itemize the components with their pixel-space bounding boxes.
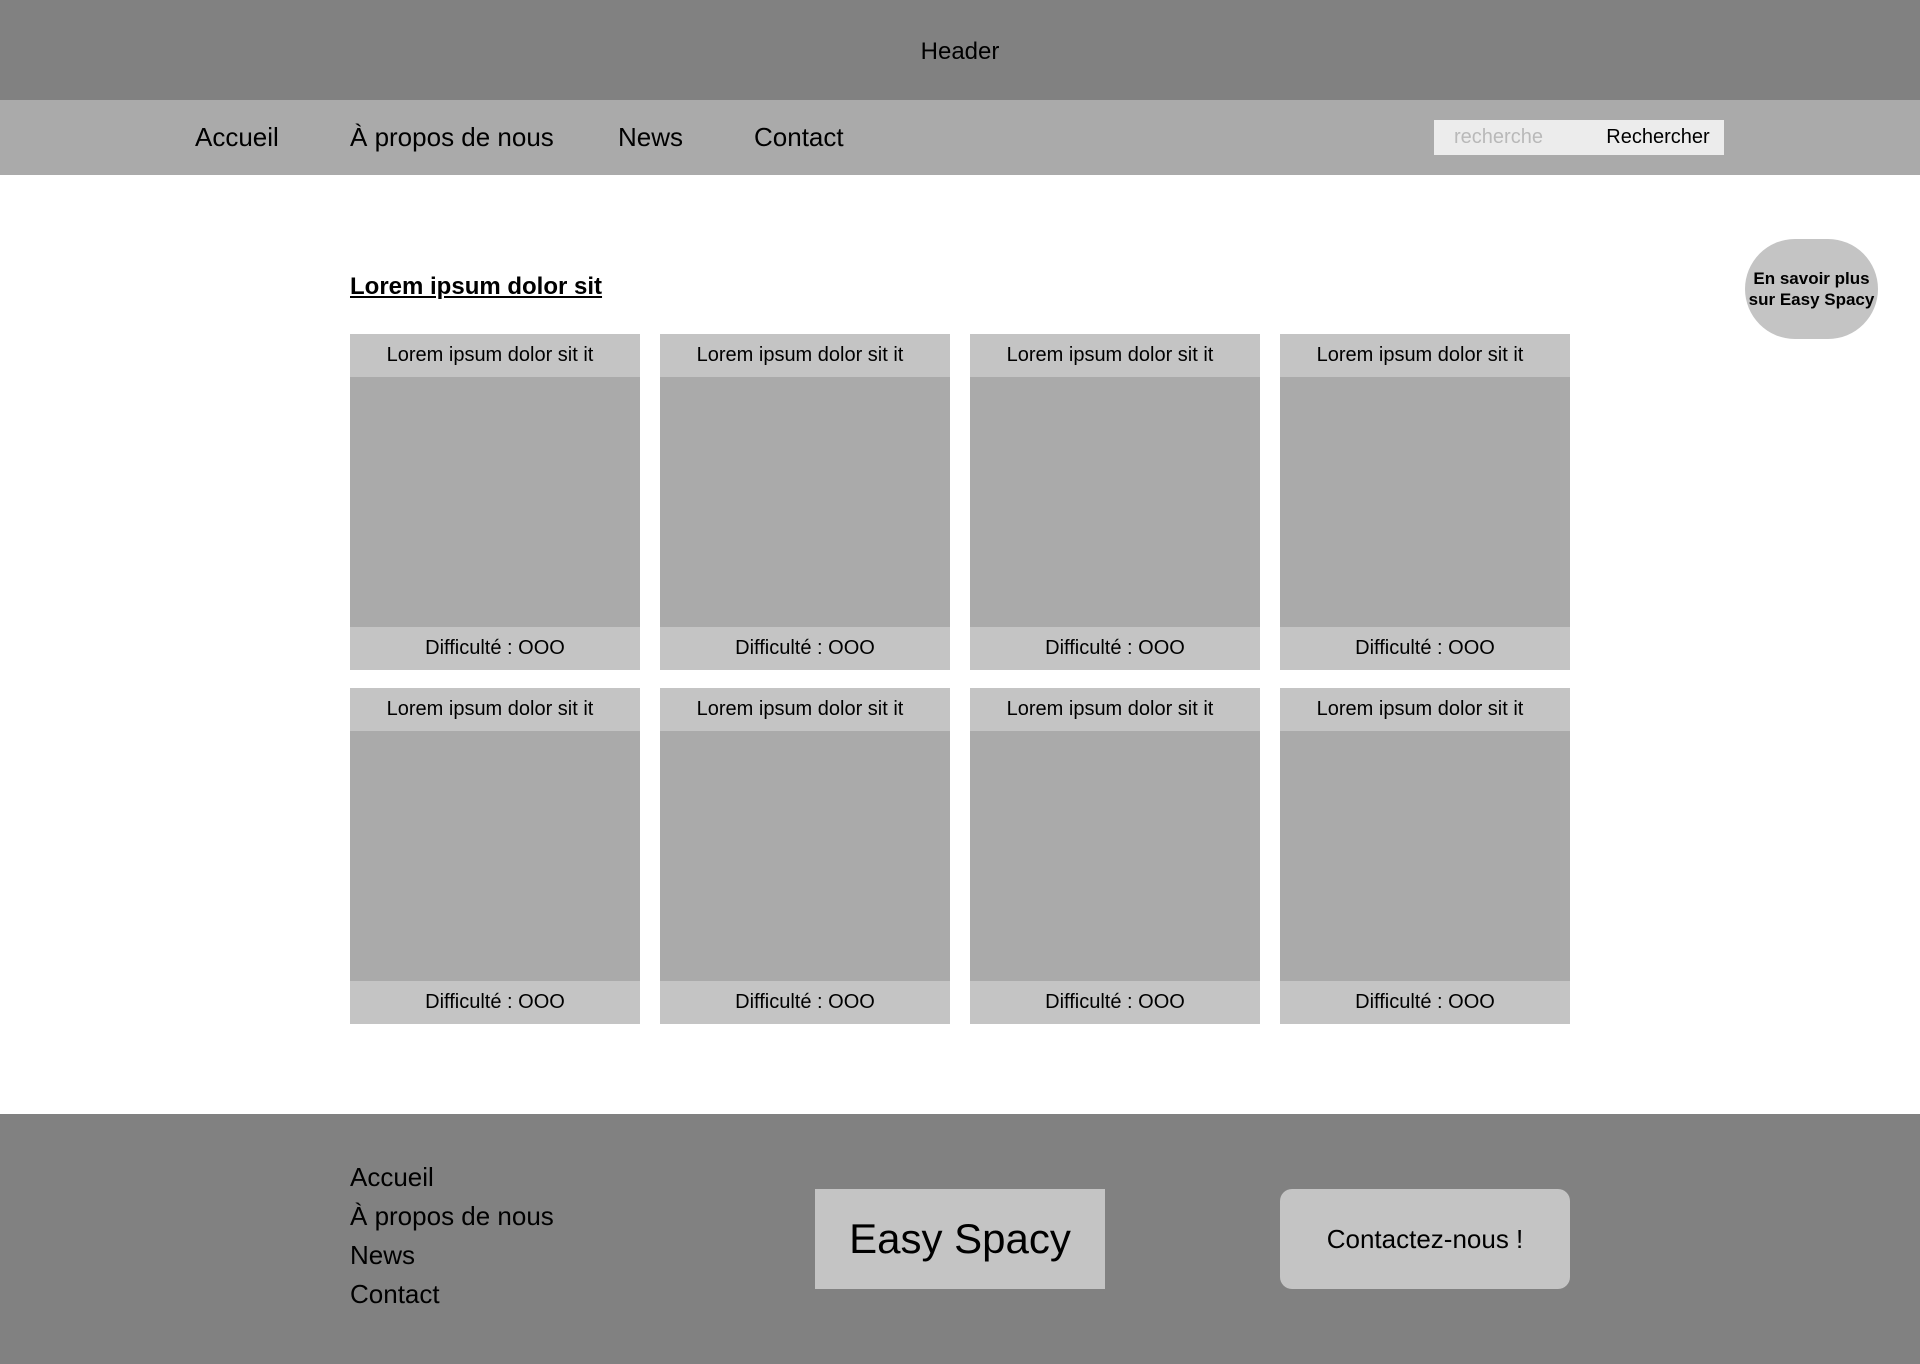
card-title: Lorem ipsum dolor sit it (696, 698, 904, 720)
card-difficulty: Difficulté : OOO (735, 637, 875, 659)
learn-more-line-1: En savoir plus (1753, 269, 1870, 288)
card-image-placeholder (660, 731, 950, 981)
card-image-placeholder (1280, 731, 1570, 981)
card-difficulty: Difficulté : OOO (1045, 637, 1185, 659)
nav-item-news[interactable]: News (618, 100, 683, 175)
card-image-placeholder (350, 377, 640, 627)
nav-item-accueil[interactable]: Accueil (195, 100, 279, 175)
search-button[interactable]: Rechercher (1592, 120, 1724, 155)
section-title: Lorem ipsum dolor sit (350, 273, 603, 300)
card-difficulty: Difficulté : OOO (1045, 991, 1185, 1013)
card-title: Lorem ipsum dolor sit it (1006, 344, 1214, 366)
footer-link-accueil[interactable]: Accueil (350, 1158, 554, 1197)
search-input[interactable] (1434, 120, 1592, 155)
card-difficulty: Difficulté : OOO (735, 991, 875, 1013)
footer-link-news[interactable]: News (350, 1236, 554, 1275)
activity-card[interactable]: Lorem ipsum dolor sit it Difficulté : OO… (350, 688, 640, 1024)
nav-item-contact[interactable]: Contact (754, 100, 844, 175)
activity-card[interactable]: Lorem ipsum dolor sit it Difficulté : OO… (970, 688, 1260, 1024)
footer-logo-text: Easy Spacy (849, 1215, 1071, 1262)
card-difficulty: Difficulté : OOO (425, 991, 565, 1013)
card-difficulty: Difficulté : OOO (1355, 637, 1495, 659)
footer-link-a-propos[interactable]: À propos de nous (350, 1197, 554, 1236)
footer-link-contact[interactable]: Contact (350, 1275, 554, 1314)
card-difficulty: Difficulté : OOO (425, 637, 565, 659)
activity-card[interactable]: Lorem ipsum dolor sit it Difficulté : OO… (660, 688, 950, 1024)
card-image-placeholder (970, 377, 1260, 627)
card-title: Lorem ipsum dolor sit it (1006, 698, 1214, 720)
card-image-placeholder (350, 731, 640, 981)
card-image-placeholder (970, 731, 1260, 981)
card-difficulty: Difficulté : OOO (1355, 991, 1495, 1013)
card-title: Lorem ipsum dolor sit it (1316, 344, 1524, 366)
learn-more-bubble[interactable]: En savoir plus sur Easy Spacy (1745, 239, 1878, 339)
header-title: Header (920, 38, 1000, 65)
card-title: Lorem ipsum dolor sit it (696, 344, 904, 366)
card-grid: Lorem ipsum dolor sit it Difficulté : OO… (350, 334, 1570, 1024)
activity-card[interactable]: Lorem ipsum dolor sit it Difficulté : OO… (1280, 688, 1570, 1024)
activity-card[interactable]: Lorem ipsum dolor sit it Difficulté : OO… (970, 334, 1260, 670)
card-image-placeholder (1280, 377, 1570, 627)
activity-card[interactable]: Lorem ipsum dolor sit it Difficulté : OO… (350, 334, 640, 670)
footer-links: Accueil À propos de nous News Contact (350, 1158, 554, 1314)
card-title: Lorem ipsum dolor sit it (386, 698, 594, 720)
contact-us-button[interactable]: Contactez-nous ! (1280, 1189, 1570, 1289)
card-title: Lorem ipsum dolor sit it (386, 344, 594, 366)
search-bar: Recherche r (1434, 120, 1724, 155)
site-header: Header (0, 0, 1920, 100)
activity-card[interactable]: Lorem ipsum dolor sit it Difficulté : OO… (660, 334, 950, 670)
nav-item-a-propos[interactable]: À propos de nous (350, 100, 554, 175)
activity-card[interactable]: Lorem ipsum dolor sit it Difficulté : OO… (1280, 334, 1570, 670)
card-image-placeholder (660, 377, 950, 627)
card-title: Lorem ipsum dolor sit it (1316, 698, 1524, 720)
footer-logo: Easy Spacy (815, 1189, 1105, 1289)
learn-more-line-2: sur Easy Spacy (1748, 290, 1875, 309)
